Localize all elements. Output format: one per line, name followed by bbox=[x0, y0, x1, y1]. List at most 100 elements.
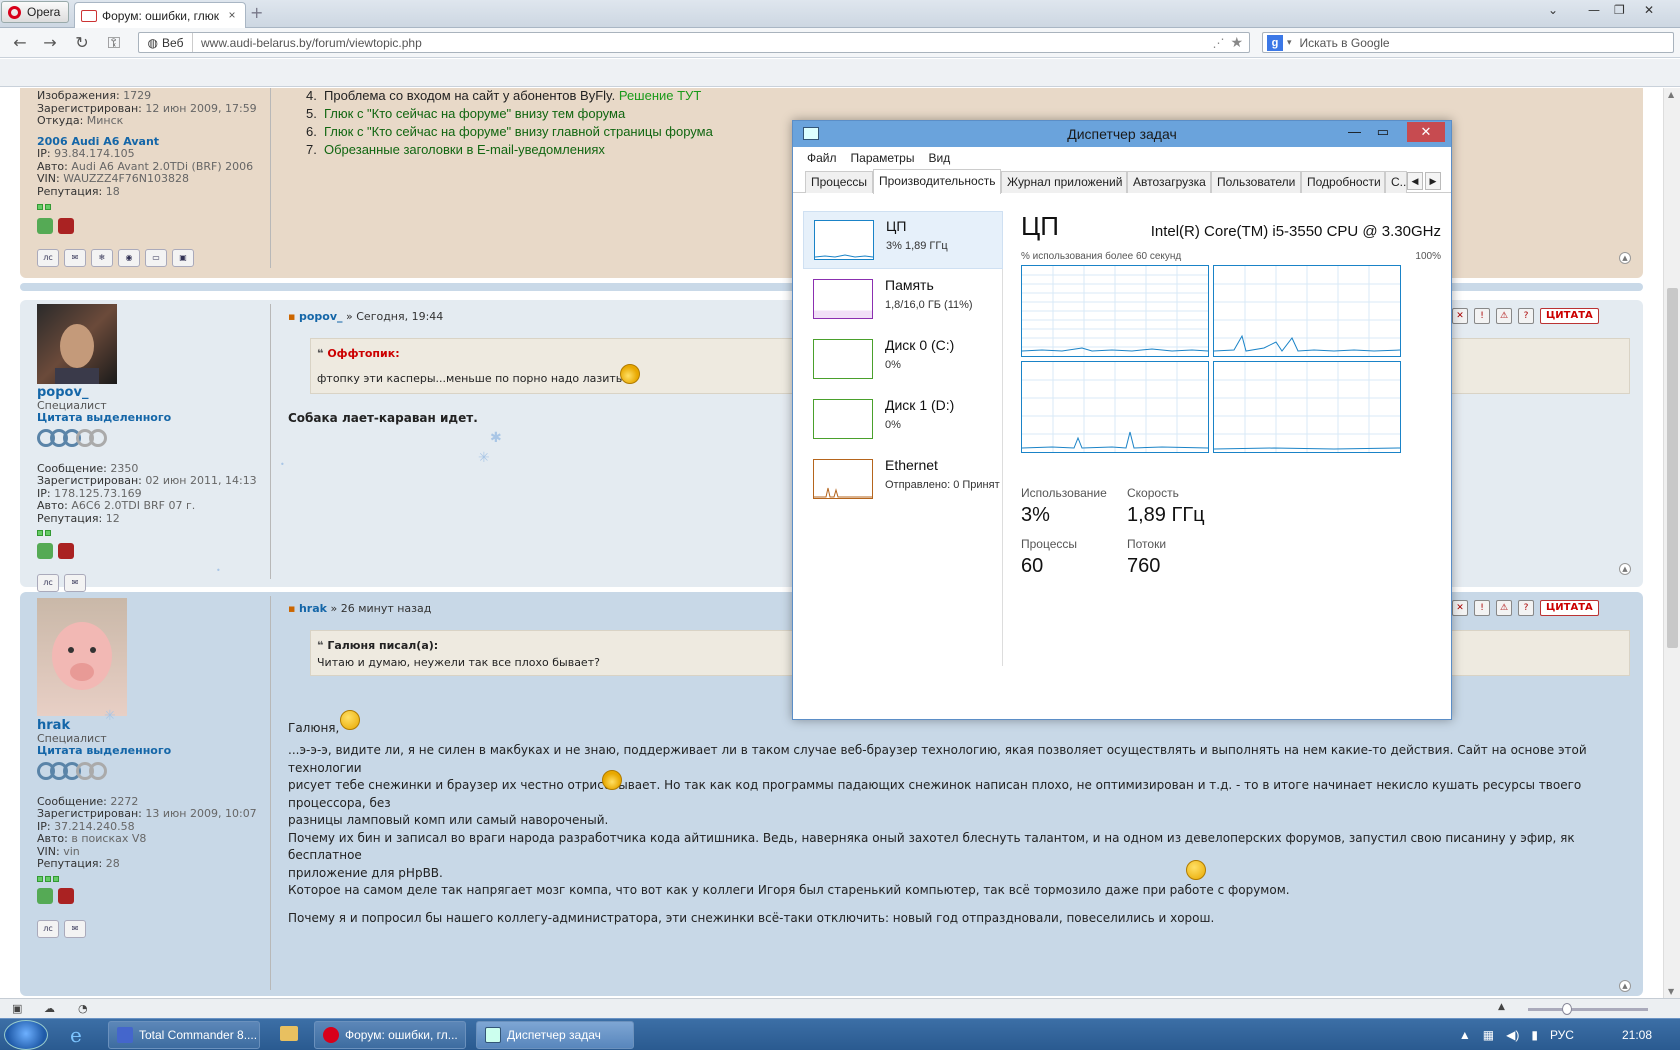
post3-signature[interactable]: Цитата выделенного bbox=[37, 744, 277, 758]
tabs-scroll-right-icon[interactable]: ▶ bbox=[1425, 172, 1441, 190]
taskbar-item-opera[interactable]: Форум: ошибки, гл... bbox=[314, 1021, 466, 1049]
pm-icon[interactable]: лс bbox=[37, 249, 59, 267]
start-button[interactable] bbox=[4, 1020, 48, 1050]
rss-icon[interactable]: ⋰ bbox=[1212, 36, 1224, 50]
taskbar-item-total-commander[interactable]: Total Commander 8.... bbox=[108, 1021, 260, 1049]
scroll-top-icon[interactable]: ▲ bbox=[1619, 980, 1631, 992]
tab-list-icon[interactable]: ⌄ bbox=[1548, 3, 1558, 17]
pm-icon[interactable]: лс bbox=[37, 919, 59, 938]
browser-tab-forum[interactable]: Форум: ошибки, глюк... × bbox=[74, 2, 246, 28]
post3-nick[interactable]: hrak bbox=[37, 719, 277, 733]
tray-arrow-icon[interactable]: ▲ bbox=[1459, 1028, 1471, 1042]
info-icon[interactable]: ? bbox=[1518, 308, 1534, 324]
thumbs-down-icon[interactable] bbox=[58, 217, 74, 234]
menu-options[interactable]: Параметры bbox=[851, 151, 915, 165]
thumbs-up-icon[interactable] bbox=[37, 888, 53, 904]
thumbs-down-icon[interactable] bbox=[58, 888, 74, 904]
opera-menu-button[interactable]: Opera bbox=[1, 1, 69, 23]
scrollbar-thumb[interactable] bbox=[1667, 288, 1678, 648]
back-icon[interactable]: ← bbox=[10, 33, 30, 52]
scroll-top-icon[interactable]: ▲ bbox=[1619, 252, 1631, 264]
explorer-folder-icon[interactable] bbox=[280, 1026, 298, 1041]
turbo-icon[interactable]: ☁ bbox=[44, 1002, 55, 1015]
resource-disk1[interactable]: Диск 1 (D:) 0% bbox=[803, 391, 1003, 449]
panel-toggle-icon[interactable]: ▣ bbox=[12, 1002, 22, 1015]
info-icon[interactable]: ? bbox=[1518, 600, 1534, 616]
car-icon[interactable]: ▭ bbox=[145, 249, 167, 267]
search-field[interactable]: g ▾ Искать в Google bbox=[1262, 32, 1674, 53]
forward-icon[interactable]: → bbox=[40, 33, 60, 52]
maximize-icon[interactable]: ❐ bbox=[1614, 3, 1625, 17]
post3-author-link[interactable]: hrak bbox=[299, 602, 327, 615]
snowflake-icon[interactable]: ❄ bbox=[91, 249, 113, 267]
tab-performance[interactable]: Производительность bbox=[873, 169, 1001, 194]
email-icon[interactable]: ✉ bbox=[64, 574, 86, 592]
maximize-icon[interactable]: ▭ bbox=[1377, 124, 1389, 140]
thumbs-up-icon[interactable] bbox=[37, 542, 53, 559]
post2-signature[interactable]: Цитата выделенного bbox=[37, 411, 277, 425]
menu-file[interactable]: Файл bbox=[807, 151, 837, 165]
tab-close-icon[interactable]: × bbox=[225, 8, 239, 23]
resource-ethernet[interactable]: Ethernet Отправлено: 0 Принят bbox=[803, 451, 1003, 509]
list-item[interactable]: 6. Глюк с "Кто сейчас на форуме" внизу гл… bbox=[306, 123, 713, 141]
address-field[interactable]: ◍ Веб www.audi-belarus.by/forum/viewtopic… bbox=[138, 32, 1250, 53]
avatar[interactable] bbox=[37, 304, 117, 384]
avatar[interactable] bbox=[37, 598, 127, 716]
resource-cpu[interactable]: ЦП 3% 1,89 ГГц bbox=[803, 211, 1003, 269]
warn-icon[interactable]: ! bbox=[1474, 600, 1490, 616]
photo-icon[interactable]: ▣ bbox=[172, 249, 194, 267]
bookmark-star-icon[interactable]: ★ bbox=[1230, 34, 1243, 51]
quote-button[interactable]: ЦИТАТА bbox=[1540, 600, 1599, 616]
delete-icon[interactable]: ✕ bbox=[1452, 600, 1468, 616]
list-item[interactable]: 7. Обрезанные заголовки в E-mail-уведомле… bbox=[306, 141, 713, 159]
tab-app-history[interactable]: Журнал приложений bbox=[1001, 171, 1127, 193]
reload-icon[interactable]: ↻ bbox=[72, 33, 92, 52]
pm-icon[interactable]: лс bbox=[37, 574, 59, 592]
zoom-slider[interactable] bbox=[1528, 1008, 1648, 1011]
minimize-icon[interactable]: — bbox=[1588, 3, 1600, 17]
speed-dial-icon[interactable]: ◔ bbox=[78, 1002, 88, 1015]
taskbar-item-task-manager[interactable]: Диспетчер задач bbox=[476, 1021, 634, 1049]
task-manager-titlebar[interactable]: Диспетчер задач — ▭ ✕ bbox=[793, 121, 1451, 147]
quote-button[interactable]: ЦИТАТА bbox=[1540, 308, 1599, 324]
volume-icon[interactable]: ◀) bbox=[1506, 1028, 1519, 1042]
scroll-top-icon[interactable]: ▲ bbox=[1619, 563, 1631, 575]
email-icon[interactable]: ✉ bbox=[64, 919, 86, 938]
tabs-scroll-left-icon[interactable]: ◀ bbox=[1407, 172, 1423, 190]
zoom-out-icon[interactable]: ▲ bbox=[1498, 1002, 1505, 1012]
tab-startup[interactable]: Автозагрузка bbox=[1127, 171, 1211, 193]
vertical-scrollbar[interactable]: ▲ ▼ bbox=[1663, 88, 1680, 998]
warn-icon[interactable]: ! bbox=[1474, 308, 1490, 324]
tab-processes[interactable]: Процессы bbox=[805, 171, 873, 193]
delete-icon[interactable]: ✕ bbox=[1452, 308, 1468, 324]
scroll-up-icon[interactable]: ▲ bbox=[1668, 90, 1674, 99]
minimize-icon[interactable]: — bbox=[1348, 124, 1361, 139]
list-item[interactable]: 4. Проблема со входом на сайт у абонентов… bbox=[306, 88, 713, 105]
search-engine-dropdown-icon[interactable]: ▾ bbox=[1287, 37, 1292, 48]
power-icon[interactable]: ▮ bbox=[1531, 1028, 1538, 1042]
network-icon[interactable]: ▦ bbox=[1483, 1028, 1494, 1042]
clock[interactable]: 21:08 bbox=[1622, 1028, 1652, 1042]
close-icon[interactable]: ✕ bbox=[1407, 122, 1445, 142]
report-icon[interactable]: ⚠ bbox=[1496, 308, 1512, 324]
ie-icon[interactable]: e bbox=[70, 1023, 82, 1047]
skype-icon[interactable]: ◉ bbox=[118, 249, 140, 267]
web-badge[interactable]: ◍ Веб bbox=[139, 33, 193, 52]
close-window-icon[interactable]: ✕ bbox=[1644, 3, 1654, 17]
zoom-slider-knob[interactable] bbox=[1562, 1003, 1572, 1015]
resource-memory[interactable]: Память 1,8/16,0 ГБ (11%) bbox=[803, 271, 1003, 329]
new-tab-icon[interactable]: + bbox=[250, 5, 263, 21]
thumbs-up-icon[interactable] bbox=[37, 217, 53, 234]
thumbs-down-icon[interactable] bbox=[58, 542, 74, 559]
post2-author-link[interactable]: popov_ bbox=[299, 310, 343, 323]
keyboard-language[interactable]: РУС bbox=[1550, 1028, 1574, 1042]
resource-disk0[interactable]: Диск 0 (C:) 0% bbox=[803, 331, 1003, 389]
post2-nick[interactable]: popov_ bbox=[37, 386, 277, 400]
menu-view[interactable]: Вид bbox=[928, 151, 950, 165]
tab-services[interactable]: С... bbox=[1385, 171, 1407, 193]
list-item[interactable]: 5. Глюк с "Кто сейчас на форуме" внизу те… bbox=[306, 105, 713, 123]
report-icon[interactable]: ⚠ bbox=[1496, 600, 1512, 616]
key-icon[interactable]: ⚿ bbox=[104, 33, 124, 53]
email-icon[interactable]: ✉ bbox=[64, 249, 86, 267]
tab-details[interactable]: Подробности bbox=[1301, 171, 1385, 193]
